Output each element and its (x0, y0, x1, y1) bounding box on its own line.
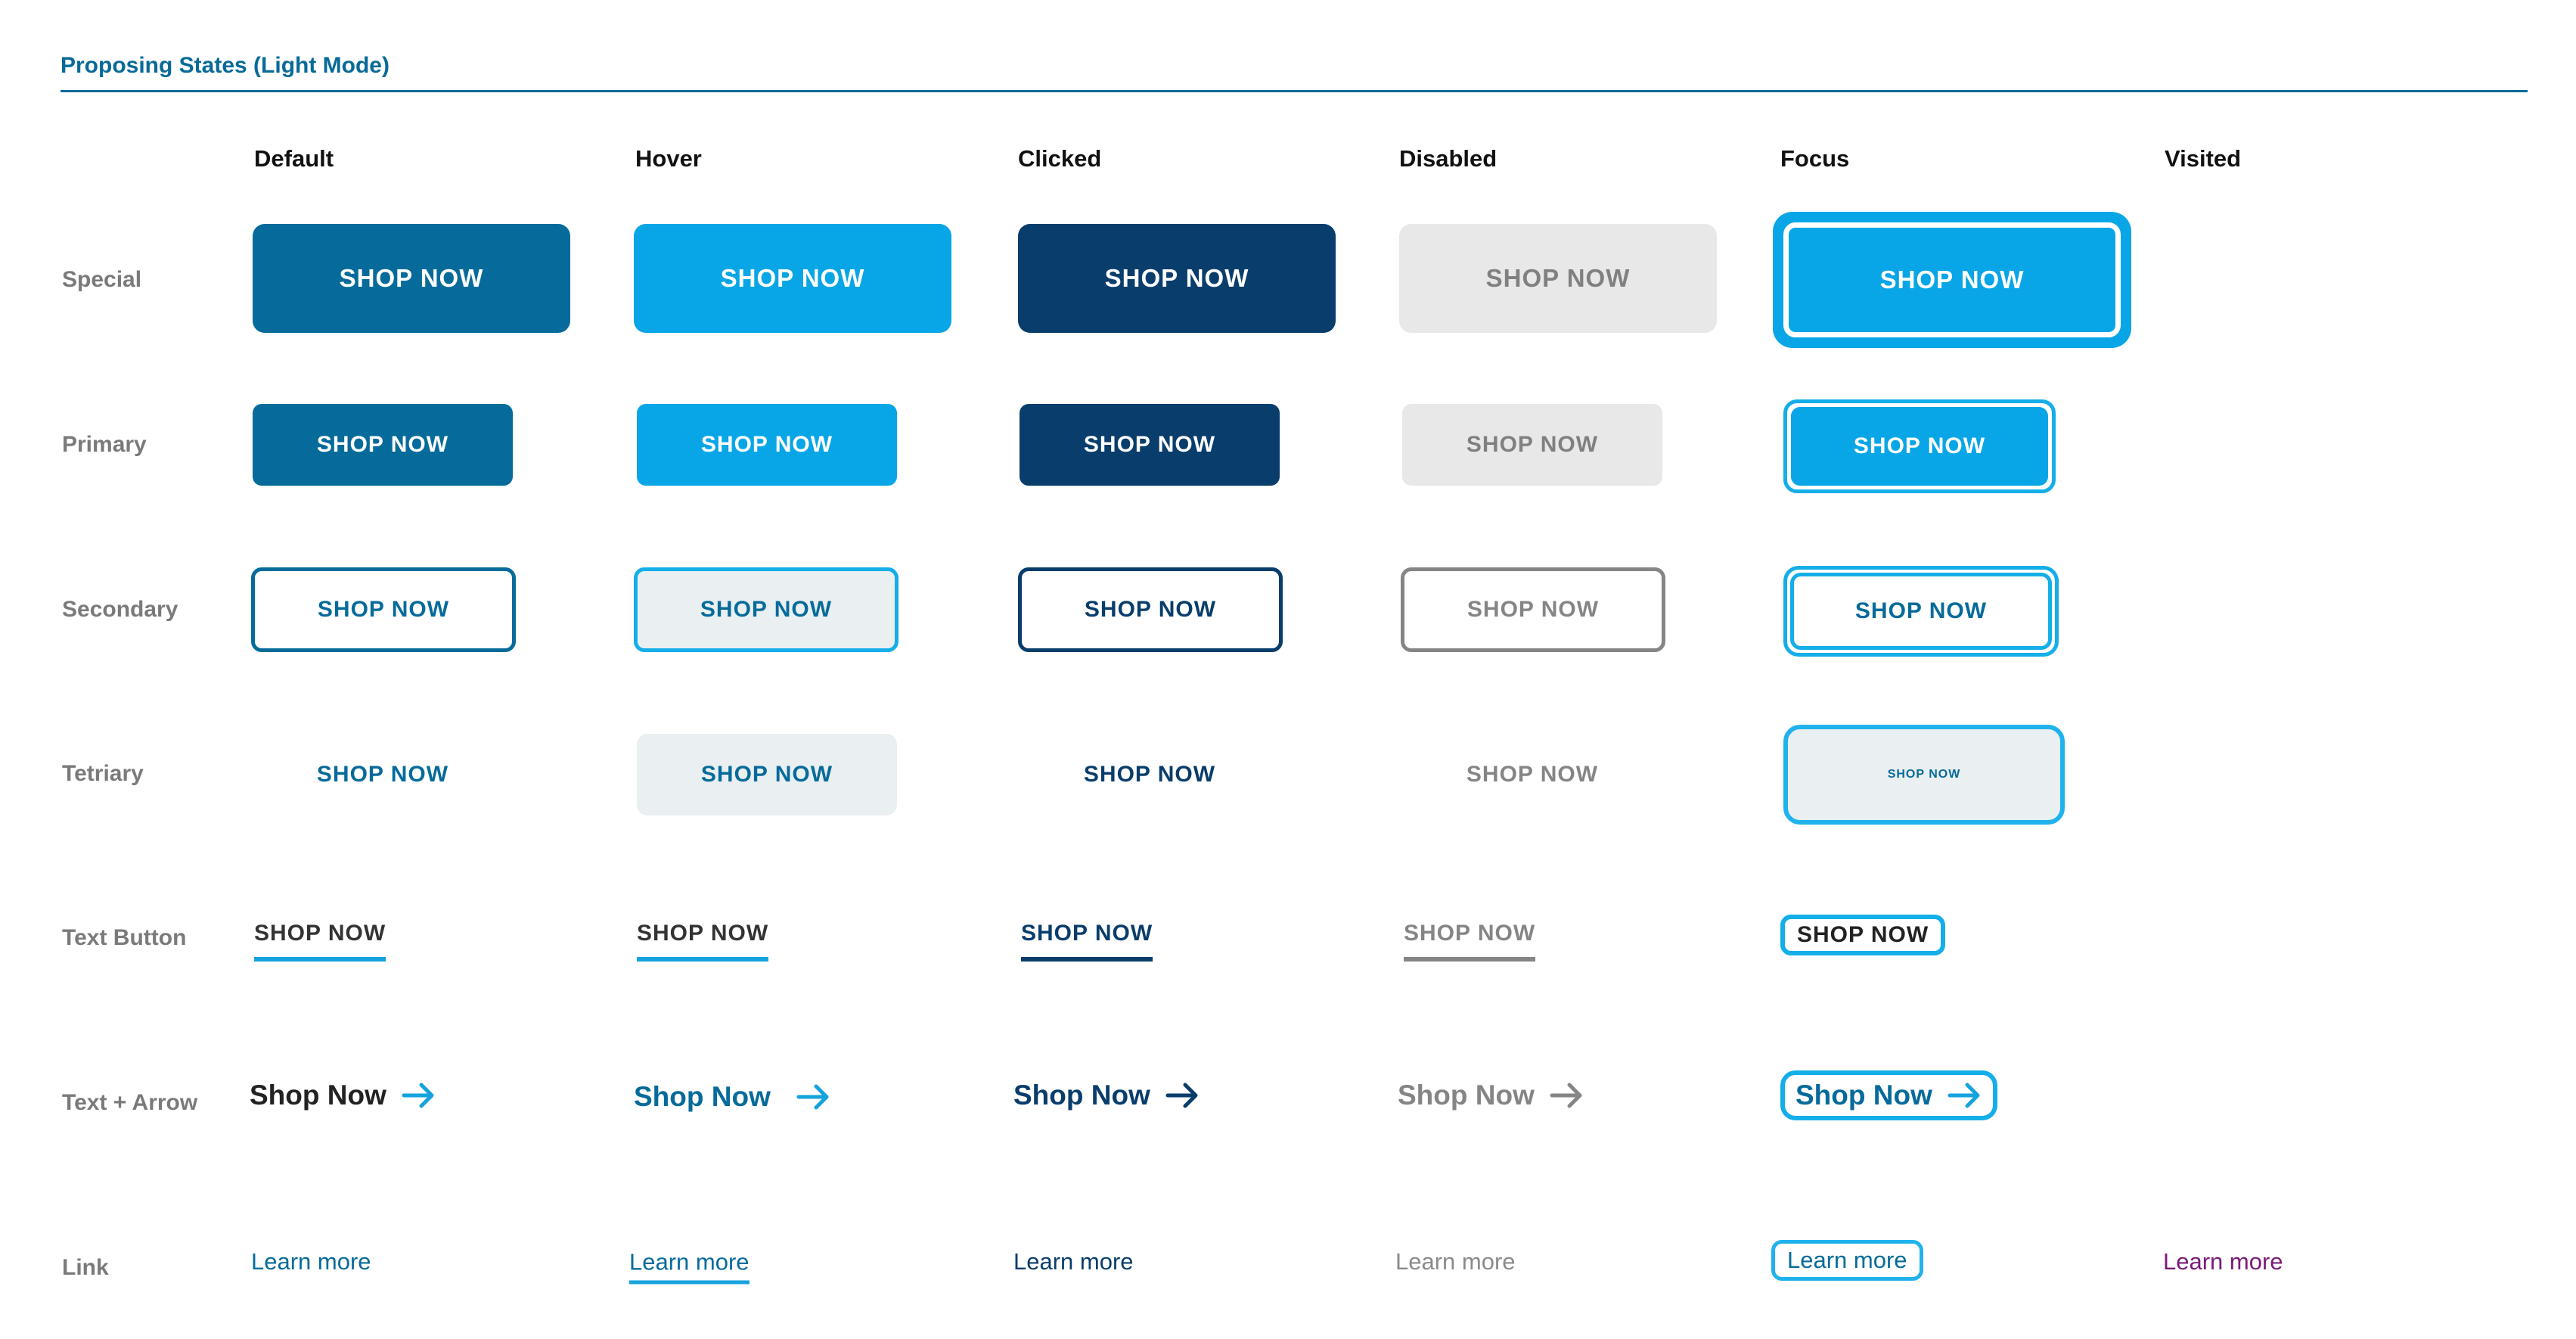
arrow-right-icon (1550, 1082, 1584, 1109)
link-default[interactable]: Learn more (251, 1248, 371, 1275)
secondary-button-focus-label: SHOP NOW (1790, 573, 2052, 650)
special-button-hover[interactable]: SHOP NOW (634, 224, 951, 333)
text-arrow-hover-label: Shop Now (634, 1081, 771, 1112)
tetriary-button-clicked[interactable]: SHOP NOW (1020, 734, 1280, 816)
text-button-disabled-label: SHOP NOW (1404, 921, 1536, 946)
column-header-focus: Focus (1780, 145, 1850, 172)
text-button-default[interactable]: SHOP NOW (254, 921, 386, 962)
text-button-focus[interactable]: SHOP NOW (1780, 915, 1946, 955)
text-button-hover[interactable]: SHOP NOW (637, 921, 769, 962)
column-header-clicked: Clicked (1018, 145, 1102, 172)
secondary-button-disabled[interactable]: SHOP NOW (1401, 567, 1665, 652)
text-button-clicked[interactable]: SHOP NOW (1021, 921, 1153, 962)
text-button-default-underline (254, 957, 386, 962)
arrow-right-icon (1165, 1082, 1200, 1109)
special-button-focus[interactable]: SHOP NOW (1773, 212, 2131, 348)
link-hover-underline (629, 1280, 750, 1285)
secondary-button-hover[interactable]: SHOP NOW (634, 567, 898, 652)
secondary-button-focus[interactable]: SHOP NOW (1783, 566, 2059, 657)
tetriary-button-focus[interactable]: SHOP NOW (1783, 725, 2065, 825)
secondary-button-default[interactable]: SHOP NOW (251, 567, 516, 652)
text-button-clicked-label: SHOP NOW (1021, 921, 1153, 946)
tetriary-button-default[interactable]: SHOP NOW (253, 734, 513, 816)
special-button-clicked[interactable]: SHOP NOW (1018, 224, 1336, 333)
primary-button-clicked[interactable]: SHOP NOW (1020, 404, 1280, 486)
text-arrow-disabled-label: Shop Now (1398, 1080, 1535, 1111)
link-hover[interactable]: Learn more (629, 1249, 750, 1285)
column-header-disabled: Disabled (1399, 145, 1497, 172)
row-label-primary: Primary (62, 432, 147, 457)
link-focus[interactable]: Learn more (1771, 1240, 1923, 1281)
link-disabled[interactable]: Learn more (1395, 1248, 1516, 1275)
text-button-disabled[interactable]: SHOP NOW (1404, 921, 1536, 962)
text-button-hover-underline (637, 957, 769, 962)
row-label-text-arrow: Text + Arrow (62, 1090, 198, 1115)
column-header-hover: Hover (635, 145, 702, 172)
row-label-tetriary: Tetriary (62, 761, 144, 786)
link-visited[interactable]: Learn more (2163, 1248, 2283, 1275)
link-clicked[interactable]: Learn more (1013, 1248, 1134, 1275)
row-label-secondary: Secondary (62, 597, 178, 622)
column-header-visited: Visited (2165, 145, 2242, 172)
text-arrow-default-label: Shop Now (250, 1080, 386, 1111)
primary-button-hover[interactable]: SHOP NOW (637, 404, 897, 486)
tetriary-button-disabled[interactable]: SHOP NOW (1402, 734, 1662, 816)
link-hover-label: Learn more (629, 1248, 750, 1275)
page-title: Proposing States (Light Mode) (61, 53, 390, 78)
secondary-button-clicked[interactable]: SHOP NOW (1018, 567, 1283, 652)
text-arrow-button-hover[interactable]: Shop Now (634, 1081, 831, 1113)
primary-button-disabled[interactable]: SHOP NOW (1402, 404, 1662, 486)
text-button-default-label: SHOP NOW (254, 921, 386, 946)
text-arrow-button-focus[interactable]: Shop Now (1780, 1070, 1997, 1120)
text-arrow-button-disabled[interactable]: Shop Now (1398, 1080, 1584, 1111)
row-label-link: Link (62, 1255, 109, 1280)
primary-button-focus[interactable]: SHOP NOW (1783, 399, 2056, 493)
row-label-special: Special (62, 267, 142, 292)
special-button-disabled[interactable]: SHOP NOW (1399, 224, 1717, 333)
text-arrow-button-default[interactable]: Shop Now (250, 1080, 436, 1111)
text-button-hover-label: SHOP NOW (637, 921, 769, 946)
text-button-clicked-underline (1021, 957, 1153, 962)
text-arrow-clicked-label: Shop Now (1013, 1080, 1150, 1111)
primary-button-default[interactable]: SHOP NOW (253, 404, 513, 486)
tetriary-button-hover[interactable]: SHOP NOW (637, 734, 897, 816)
row-label-text-button: Text Button (62, 925, 187, 950)
arrow-right-icon (1948, 1082, 1982, 1109)
column-header-default: Default (254, 145, 334, 172)
special-button-focus-label: SHOP NOW (1783, 222, 2121, 337)
text-arrow-button-clicked[interactable]: Shop Now (1013, 1080, 1200, 1111)
special-button-default[interactable]: SHOP NOW (253, 224, 570, 333)
title-divider (61, 90, 2528, 92)
arrow-right-icon (402, 1082, 436, 1109)
text-arrow-focus-label: Shop Now (1795, 1080, 1932, 1111)
primary-button-focus-label: SHOP NOW (1791, 407, 2048, 486)
text-button-disabled-underline (1404, 957, 1536, 962)
arrow-right-icon (796, 1083, 831, 1111)
